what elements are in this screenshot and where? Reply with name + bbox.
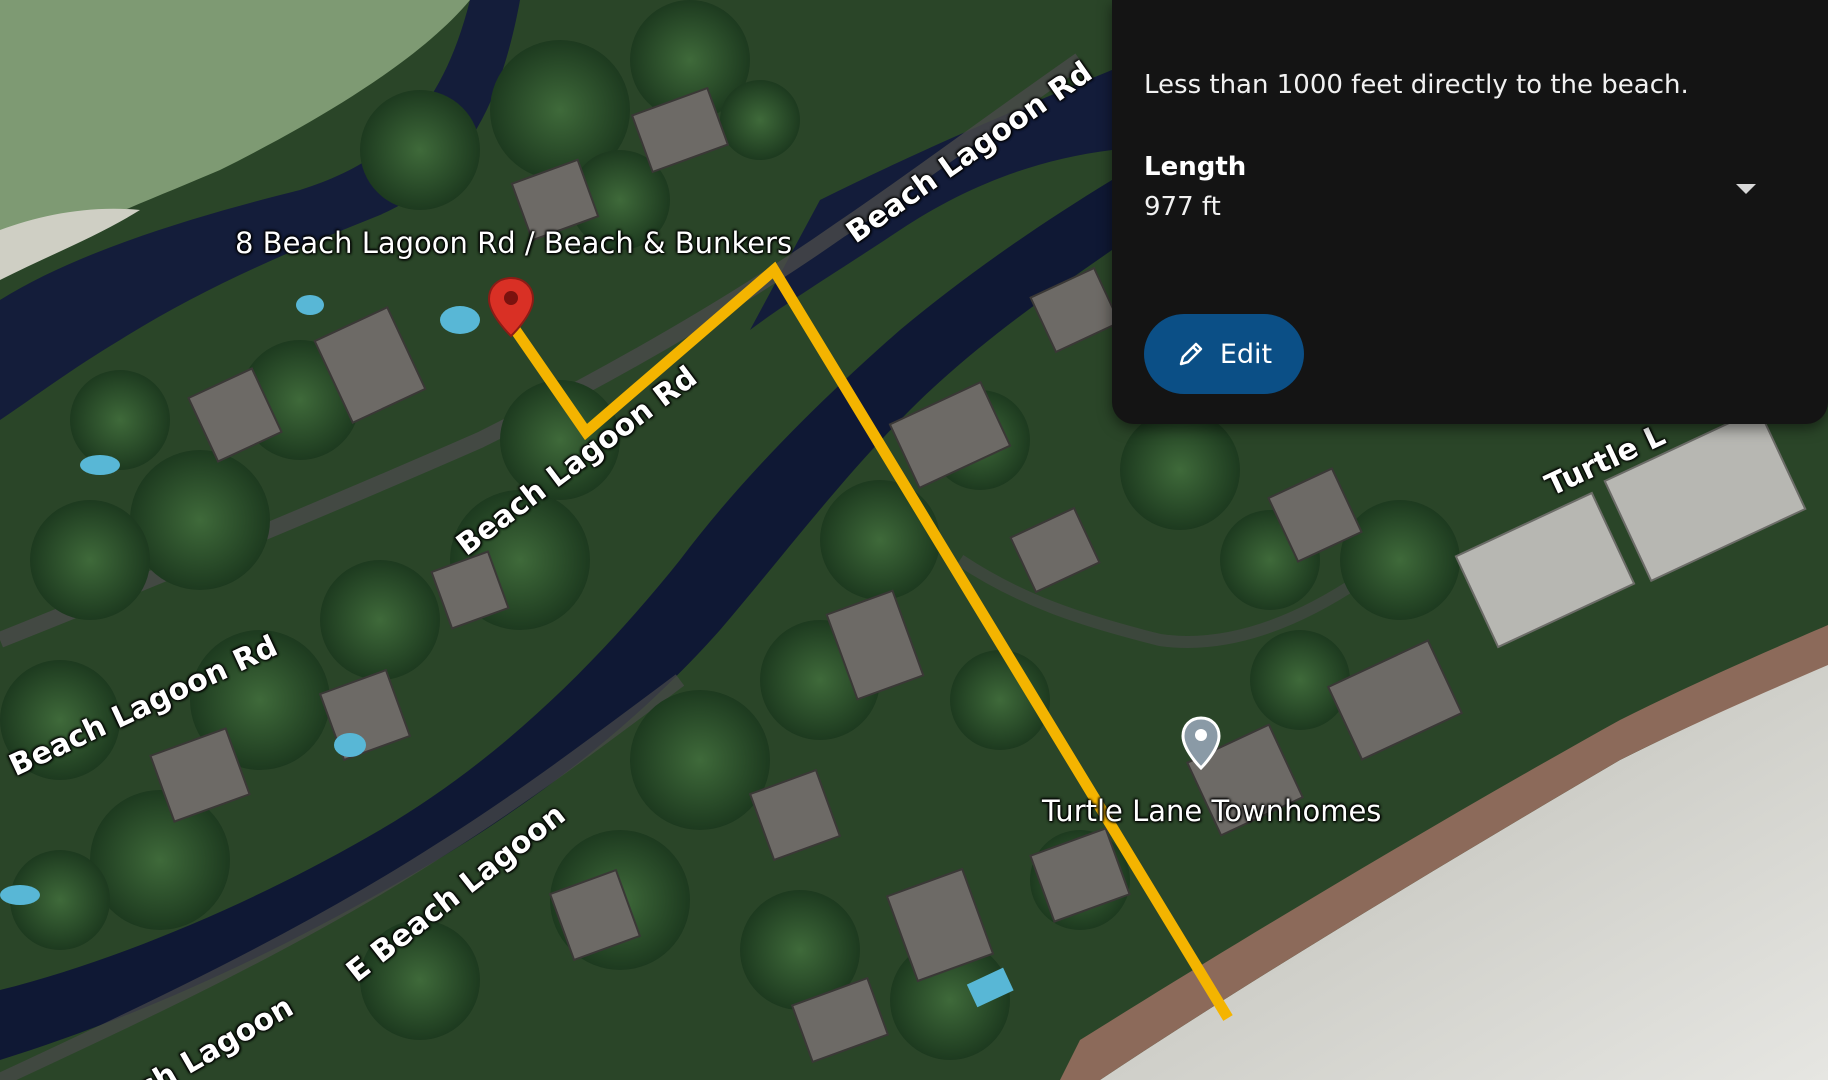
edit-button-label: Edit <box>1219 338 1273 370</box>
measure-distance-panel: Less than 1000 feet directly to the beac… <box>1112 0 1828 424</box>
poi-label[interactable]: Turtle Lane Townhomes <box>1042 794 1381 828</box>
poi-pin-icon[interactable] <box>1180 716 1222 770</box>
chevron-down-icon[interactable] <box>1724 176 1768 206</box>
pencil-icon <box>1179 342 1203 366</box>
length-title: Length <box>1144 152 1247 182</box>
route-description: Less than 1000 feet directly to the beac… <box>1144 70 1689 100</box>
edit-button[interactable]: Edit <box>1144 314 1304 394</box>
length-value: 977 ft <box>1144 192 1221 222</box>
location-pin-icon[interactable] <box>486 276 536 340</box>
place-label[interactable]: 8 Beach Lagoon Rd / Beach & Bunkers <box>235 226 792 260</box>
